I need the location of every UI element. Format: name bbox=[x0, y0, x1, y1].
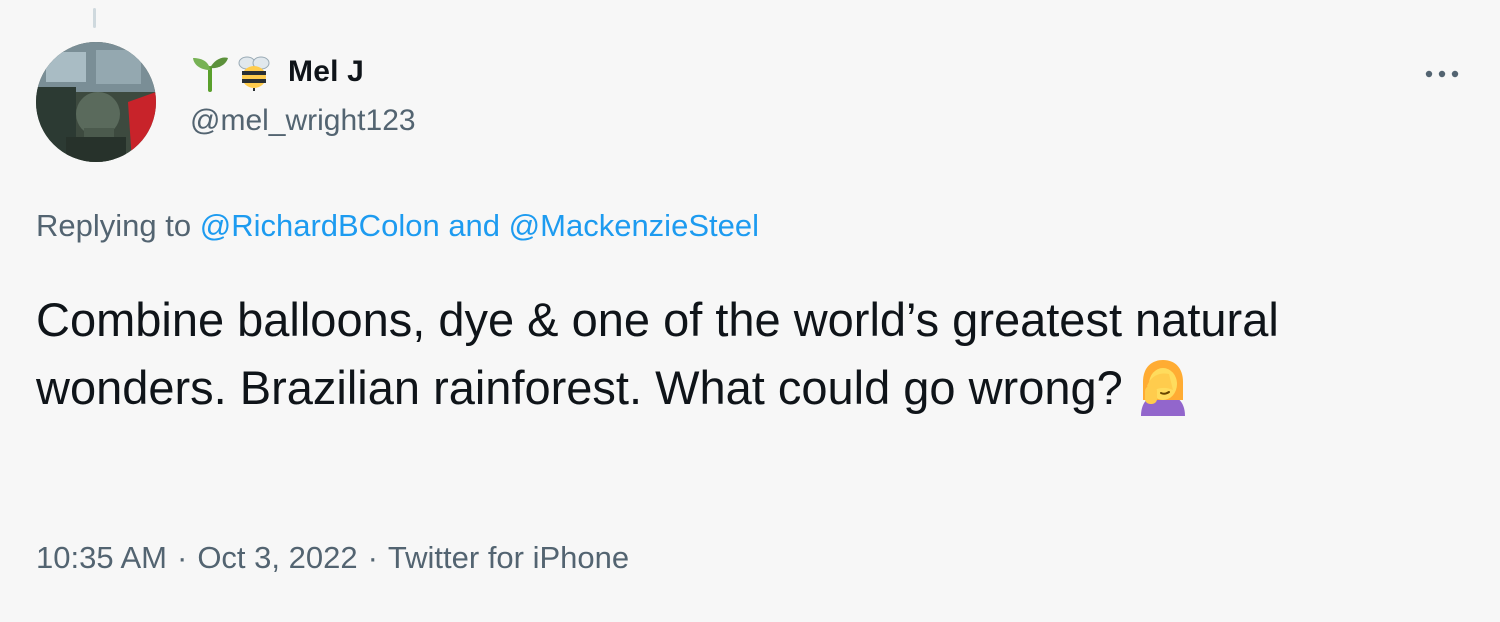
tweet-metadata: 10:35 AM · Oct 3, 2022 · Twitter for iPhone bbox=[36, 540, 629, 576]
replying-to-line: Replying to @RichardBColon and @Mackenzi… bbox=[36, 208, 759, 244]
facepalm-icon bbox=[1133, 356, 1193, 416]
mention-link-1[interactable]: @RichardBColon bbox=[200, 208, 440, 243]
mention-conjunction: and bbox=[448, 208, 501, 243]
tweet-date-link[interactable]: Oct 3, 2022 bbox=[197, 540, 357, 575]
tweet-card: Mel J @mel_wright123 Replying to @Richar… bbox=[0, 0, 1500, 622]
avatar[interactable] bbox=[36, 42, 156, 162]
mention-link-2[interactable]: @MackenzieSteel bbox=[509, 208, 759, 243]
author-display-name[interactable]: Mel J bbox=[288, 55, 364, 89]
bee-icon bbox=[234, 52, 274, 92]
thread-connector-line bbox=[93, 8, 96, 28]
more-horizontal-icon bbox=[1424, 69, 1460, 79]
seedling-icon bbox=[190, 52, 230, 92]
author-name-row[interactable]: Mel J bbox=[190, 50, 364, 94]
more-options-button[interactable] bbox=[1418, 56, 1466, 92]
meta-separator: · bbox=[176, 540, 188, 575]
tweet-time-link[interactable]: 10:35 AM bbox=[36, 540, 167, 575]
tweet-body: Combine balloons, dye & one of the world… bbox=[36, 293, 1279, 414]
replying-to-label: Replying to bbox=[36, 208, 192, 243]
author-handle[interactable]: @mel_wright123 bbox=[190, 104, 416, 138]
tweet-source-link[interactable]: Twitter for iPhone bbox=[388, 540, 629, 575]
meta-separator: · bbox=[367, 540, 378, 575]
tweet-text: Combine balloons, dye & one of the world… bbox=[36, 286, 1436, 422]
